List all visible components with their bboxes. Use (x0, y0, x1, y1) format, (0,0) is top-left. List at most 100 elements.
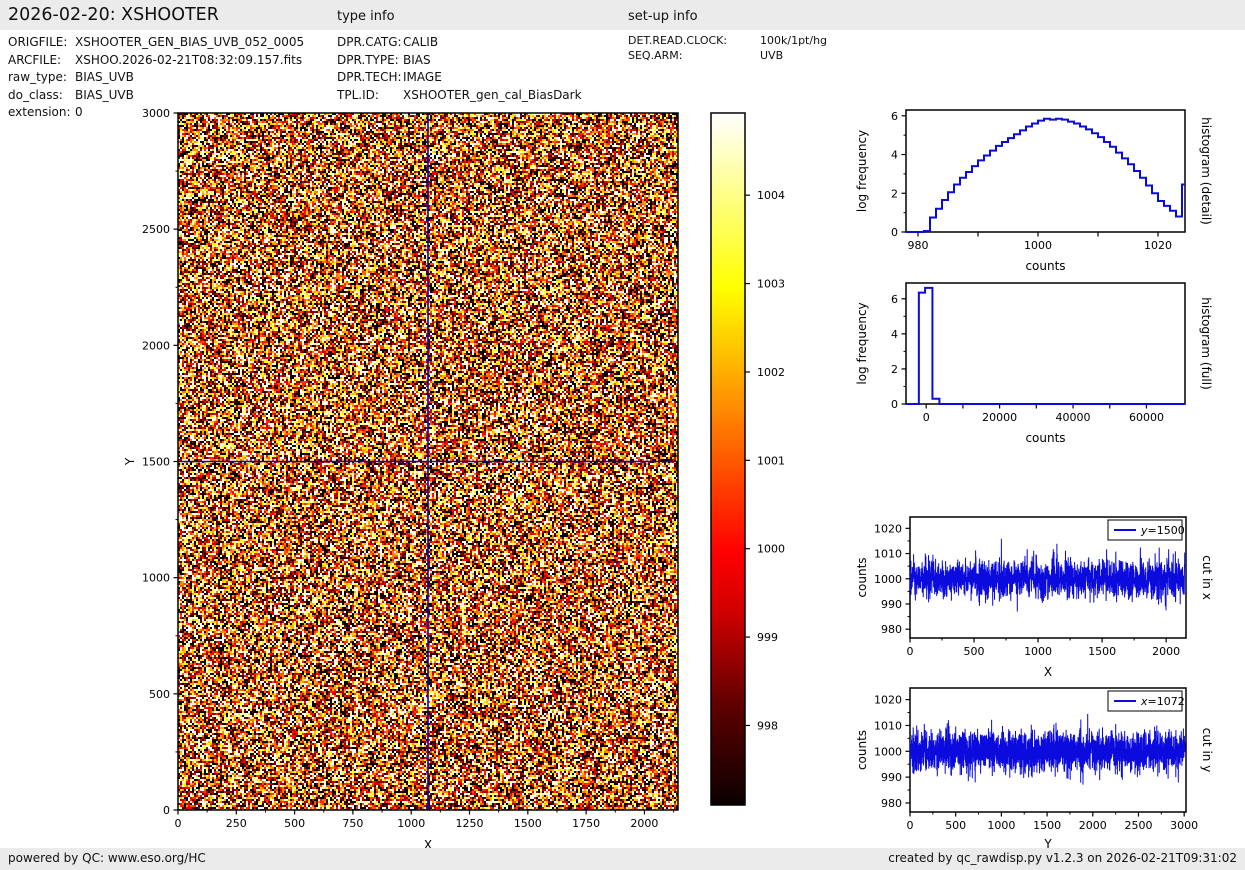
info-value: 0 (75, 105, 83, 119)
info-value: BIAS (403, 53, 431, 67)
x-tick-label: 20000 (982, 411, 1017, 424)
x-tick-label: 1000 (397, 817, 425, 830)
info-label: ARCFILE: (8, 52, 75, 68)
y-tick-label: 4 (891, 149, 898, 162)
legend-label: y=1500 (1140, 524, 1185, 537)
setup-info-block: DET.READ.CLOCK:100k/1pt/hg SEQ.ARM:UVB (628, 33, 827, 63)
x-tick-label: 750 (342, 817, 363, 830)
colorbar-tick-label: 1004 (757, 189, 785, 202)
type-info-heading: type info (337, 9, 395, 24)
x-tick-label: 1250 (456, 817, 484, 830)
info-row: SEQ.ARM:UVB (628, 48, 827, 63)
info-row: DPR.TECH:IMAGE (337, 69, 582, 85)
y-tick-label: 3000 (142, 107, 170, 120)
x-tick-label: 3000 (1170, 819, 1198, 832)
x-tick-label: 0 (907, 645, 914, 658)
colorbar-tick-label: 1003 (757, 278, 785, 291)
info-label: ORIGFILE: (8, 34, 75, 50)
y-axis-label: log frequency (855, 302, 869, 384)
right-axis-label: histogram (detail) (1199, 117, 1213, 225)
page-title: 2026-02-20: XSHOOTER (8, 5, 219, 25)
y-tick-label: 1000 (874, 745, 902, 758)
y-tick-label: 1010 (874, 719, 902, 732)
y-tick-label: 1000 (142, 572, 170, 585)
x-tick-label: 1000 (987, 819, 1015, 832)
x-tick-label: 2000 (1079, 819, 1107, 832)
x-tick-label: 1500 (1033, 819, 1061, 832)
x-tick-label: 250 (226, 817, 247, 830)
footer-bar: powered by QC: www.eso.org/HC created by… (0, 848, 1245, 870)
y-tick-label: 500 (149, 688, 170, 701)
info-value: BIAS_UVB (75, 70, 134, 84)
info-value: IMAGE (403, 70, 442, 84)
y-tick-label: 1000 (874, 573, 902, 586)
colorbar-tick-label: 999 (757, 631, 778, 644)
info-label: SEQ.ARM: (628, 48, 760, 63)
y-tick-label: 2 (891, 363, 898, 376)
x-tick-label: 0 (175, 817, 182, 830)
y-tick-label: 1020 (874, 522, 902, 535)
x-tick-label: 500 (945, 819, 966, 832)
info-label: DET.READ.CLOCK: (628, 33, 760, 48)
y-tick-label: 6 (891, 110, 898, 123)
x-tick-label: 1500 (514, 817, 542, 830)
x-tick-label: 2500 (1124, 819, 1152, 832)
colorbar: 99899910001001100210031004 (711, 113, 785, 805)
y-tick-label: 980 (881, 797, 902, 810)
x-tick-label: 0 (923, 411, 930, 424)
axes: 02000040000600000246countslog frequencyh… (855, 283, 1213, 445)
info-row: ARCFILE:XSHOO.2026-02-21T08:32:09.157.fi… (8, 52, 304, 68)
y-tick-label: 0 (163, 804, 170, 817)
info-row: raw_type:BIAS_UVB (8, 69, 304, 85)
cut-profile-line (910, 714, 1185, 785)
info-label: DPR.CATG: (337, 34, 403, 50)
y-tick-label: 6 (891, 293, 898, 306)
y-tick-label: 1010 (874, 548, 902, 561)
footer-powered-by: powered by QC: www.eso.org/HC (8, 851, 206, 865)
x-tick-label: 1020 (1144, 239, 1172, 252)
x-tick-label: 2000 (630, 817, 658, 830)
info-label: raw_type: (8, 69, 75, 85)
histogram-step-line (906, 119, 1185, 232)
legend: x=1072 (1108, 691, 1185, 711)
footer-created-by: created by qc_rawdisp.py v1.2.3 on 2026-… (888, 851, 1237, 865)
colorbar-tick-label: 1002 (757, 366, 785, 379)
y-tick-label: 990 (881, 598, 902, 611)
setup-info-heading: set-up info (628, 9, 698, 24)
legend: y=1500 (1108, 520, 1185, 540)
y-tick-label: 2000 (142, 339, 170, 352)
y-tick-label: 980 (881, 623, 902, 636)
x-tick-label: 60000 (1129, 411, 1164, 424)
x-tick-label: 0 (907, 819, 914, 832)
right-axis-label: cut in x (1200, 555, 1214, 600)
axes: 980100010200246countslog frequencyhistog… (855, 110, 1213, 273)
x-axis-label: counts (1025, 431, 1065, 445)
y-axis-label: log frequency (855, 130, 869, 212)
info-value: CALIB (403, 35, 438, 49)
y-axis-label: counts (855, 557, 869, 597)
y-tick-label: 1020 (874, 694, 902, 707)
info-row: ORIGFILE:XSHOOTER_GEN_BIAS_UVB_052_0005 (8, 34, 304, 50)
y-axis-label: Y (123, 457, 137, 466)
info-row: DPR.CATG:CALIB (337, 34, 582, 50)
cut-profile-line (910, 539, 1185, 612)
x-tick-label: 500 (964, 645, 985, 658)
x-tick-label: 980 (908, 239, 929, 252)
colorbar-tick-label: 1000 (757, 543, 785, 556)
type-info-block: DPR.CATG:CALIB DPR.TYPE:BIAS DPR.TECH:IM… (337, 34, 582, 103)
right-axis-label: cut in y (1200, 728, 1214, 773)
x-tick-label: 1750 (572, 817, 600, 830)
info-value: 100k/1pt/hg (760, 34, 827, 47)
info-label: extension: (8, 104, 75, 120)
qc-report-page: 2026-02-20: XSHOOTER type info set-up in… (0, 0, 1245, 870)
axes: 0250500750100012501500175020000500100015… (123, 107, 678, 852)
y-axis-label: counts (855, 730, 869, 770)
info-row: DET.READ.CLOCK:100k/1pt/hg (628, 33, 827, 48)
y-tick-label: 2 (891, 187, 898, 200)
info-label: DPR.TYPE: (337, 52, 403, 68)
info-value: XSHOO.2026-02-21T08:32:09.157.fits (75, 53, 302, 67)
x-tick-label: 1000 (1024, 645, 1052, 658)
legend-label: x=1072 (1140, 695, 1185, 708)
right-axis-label: histogram (full) (1199, 297, 1213, 390)
x-tick-label: 40000 (1056, 411, 1091, 424)
